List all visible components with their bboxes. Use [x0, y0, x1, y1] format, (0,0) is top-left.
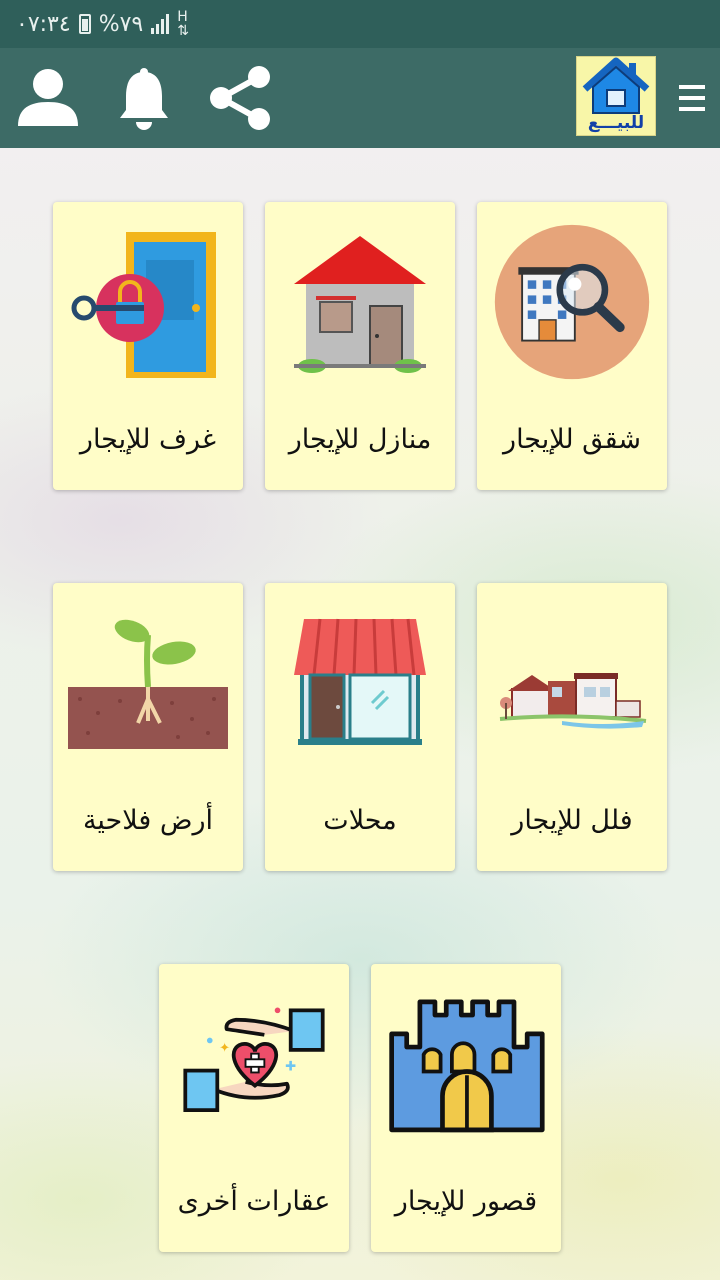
menu-button[interactable] — [668, 48, 716, 148]
category-card-palaces[interactable]: قصور للإيجار — [371, 964, 561, 1252]
category-card-shops[interactable]: محلات — [265, 583, 455, 871]
house-icon — [280, 217, 440, 387]
svg-text:✚: ✚ — [285, 1060, 296, 1075]
category-label: شقق للإيجار — [503, 424, 641, 455]
svg-text:✦: ✦ — [219, 1041, 230, 1056]
category-label: أرض فلاحية — [82, 805, 214, 836]
hamburger-menu-icon — [679, 85, 705, 111]
other-properties-hands-icon: ✦ ✚ — [174, 979, 334, 1149]
home-logo-icon — [582, 57, 650, 114]
battery-level: %٧٩ — [98, 11, 144, 37]
category-card-farmland[interactable]: أرض فلاحية — [53, 583, 243, 871]
apartment-search-icon — [492, 217, 652, 387]
shop-icon — [280, 598, 440, 768]
user-icon — [18, 69, 78, 126]
category-label: غرف للإيجار — [79, 424, 217, 455]
status-bar: ٠٧:٣٤ %٧٩ H ⇅ — [0, 0, 720, 48]
category-card-villas[interactable]: فلل للإيجار — [477, 583, 667, 871]
category-label: محلات — [323, 805, 397, 836]
network-type-icon: H ⇅ — [177, 9, 189, 39]
share-icon — [210, 66, 270, 130]
share-button[interactable] — [200, 48, 280, 148]
app-logo[interactable]: للبيـــع — [576, 56, 656, 136]
villa-icon — [492, 598, 652, 768]
status-time: ٠٧:٣٤ — [16, 11, 71, 37]
category-card-apartments[interactable]: شقق للإيجار — [477, 202, 667, 490]
farmland-sprout-icon — [68, 598, 228, 768]
category-label: فلل للإيجار — [511, 805, 633, 836]
bell-icon — [120, 68, 168, 130]
category-card-other-properties[interactable]: ✦ ✚ عقارات أخرى — [159, 964, 349, 1252]
category-card-houses[interactable]: منازل للإيجار — [265, 202, 455, 490]
signal-icon — [151, 14, 170, 34]
logo-text: للبيـــع — [587, 113, 645, 133]
category-label: منازل للإيجار — [288, 424, 432, 455]
room-door-key-icon — [68, 217, 228, 387]
category-label: عقارات أخرى — [177, 1186, 331, 1217]
castle-icon — [386, 979, 546, 1149]
notifications-button[interactable] — [110, 48, 178, 148]
profile-button[interactable] — [12, 48, 84, 148]
category-card-rooms[interactable]: غرف للإيجار — [53, 202, 243, 490]
battery-icon — [78, 14, 91, 34]
category-label: قصور للإيجار — [394, 1186, 538, 1217]
